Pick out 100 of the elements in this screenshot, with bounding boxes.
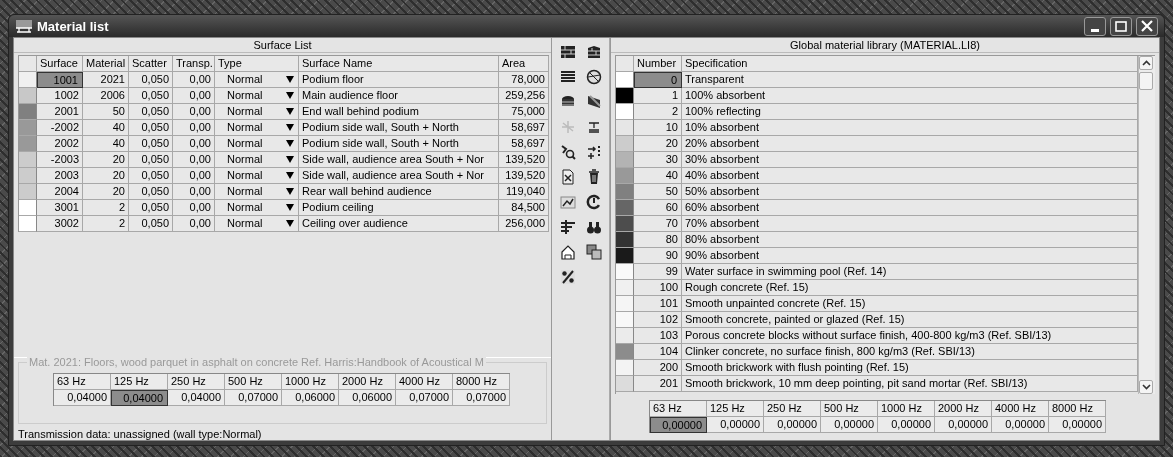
table-cell[interactable]: 90 bbox=[634, 248, 682, 264]
table-cell[interactable]: 2002 bbox=[37, 136, 83, 152]
table-cell[interactable]: 0,04000 bbox=[111, 390, 168, 406]
table-cell: 100% absorbent bbox=[682, 88, 1138, 104]
table-cell[interactable]: 2004 bbox=[37, 184, 83, 200]
column-header[interactable]: Surface bbox=[37, 56, 83, 72]
column-header[interactable]: Material bbox=[83, 56, 129, 72]
type-dropdown[interactable]: Normal bbox=[215, 136, 299, 152]
brick-wall-icon[interactable] bbox=[560, 44, 576, 60]
table-cell[interactable]: 0,00000 bbox=[764, 417, 821, 433]
table-cell[interactable]: 0,00000 bbox=[878, 417, 935, 433]
table-cell[interactable]: 10 bbox=[634, 120, 682, 136]
table-cell[interactable]: 102 bbox=[634, 312, 682, 328]
table-cell: Smooth concrete, painted or glazed (Ref. 15) bbox=[682, 312, 1138, 328]
table-cell[interactable]: 1001 bbox=[37, 72, 83, 88]
table-cell[interactable]: 0,06000 bbox=[339, 390, 396, 406]
type-dropdown[interactable]: Normal bbox=[215, 200, 299, 216]
minimize-button[interactable] bbox=[1084, 16, 1106, 36]
column-header[interactable]: Number bbox=[634, 56, 682, 72]
table-cell: Main audience floor bbox=[299, 88, 499, 104]
table-cell[interactable]: 0,00000 bbox=[821, 417, 878, 433]
type-dropdown[interactable]: Normal bbox=[215, 216, 299, 232]
column-header[interactable]: Surface Name bbox=[299, 56, 499, 72]
type-dropdown[interactable]: Normal bbox=[215, 72, 299, 88]
table-cell[interactable]: 1002 bbox=[37, 88, 83, 104]
type-dropdown[interactable]: Normal bbox=[215, 88, 299, 104]
brick-wall-icon[interactable] bbox=[586, 44, 602, 60]
type-dropdown[interactable]: Normal bbox=[215, 152, 299, 168]
table-cell: 40 bbox=[83, 136, 129, 152]
house-icon[interactable] bbox=[560, 244, 576, 260]
table-cell[interactable]: 0,07000 bbox=[225, 390, 282, 406]
type-dropdown[interactable]: Normal bbox=[215, 104, 299, 120]
type-dropdown[interactable]: Normal bbox=[215, 120, 299, 136]
close-button[interactable] bbox=[1136, 16, 1158, 36]
table-cell[interactable]: 70 bbox=[634, 216, 682, 232]
table-cell[interactable]: 0,06000 bbox=[282, 390, 339, 406]
table-cell[interactable]: 0,07000 bbox=[453, 390, 510, 406]
table-cell[interactable]: 2003 bbox=[37, 168, 83, 184]
table-cell[interactable]: 0,00000 bbox=[707, 417, 764, 433]
scroll-thumb[interactable] bbox=[1139, 72, 1153, 90]
table-cell: 0,00 bbox=[173, 184, 215, 200]
table-cell: 0,00 bbox=[173, 152, 215, 168]
table-cell[interactable]: 0,00000 bbox=[650, 417, 707, 433]
table-cell[interactable]: 104 bbox=[634, 344, 682, 360]
type-dropdown[interactable]: Normal bbox=[215, 184, 299, 200]
table-cell[interactable]: 0,04000 bbox=[168, 390, 225, 406]
arrows-icon[interactable] bbox=[586, 144, 602, 160]
percent-icon[interactable] bbox=[560, 269, 576, 285]
table-cell[interactable]: 0,00000 bbox=[992, 417, 1049, 433]
column-header[interactable]: Transp. bbox=[173, 56, 215, 72]
table-cell[interactable]: -2003 bbox=[37, 152, 83, 168]
table-cell: 139,520 bbox=[499, 168, 549, 184]
table-cell[interactable]: 100 bbox=[634, 280, 682, 296]
table-cell[interactable]: 0 bbox=[634, 72, 682, 88]
table-cell[interactable]: 99 bbox=[634, 264, 682, 280]
trash-icon[interactable] bbox=[586, 169, 602, 185]
table-cell[interactable]: 0,07000 bbox=[396, 390, 453, 406]
table-cell: Porous concrete blocks without surface finish, 400-800 kg/m3 (Ref. SBI/13) bbox=[682, 328, 1138, 344]
table-cell[interactable]: 3001 bbox=[37, 200, 83, 216]
table-cell[interactable]: 30 bbox=[634, 152, 682, 168]
table-cell[interactable]: 1 bbox=[634, 88, 682, 104]
table-cell[interactable]: 60 bbox=[634, 200, 682, 216]
column-header[interactable]: Specification bbox=[682, 56, 1138, 72]
column-header[interactable]: Area bbox=[499, 56, 549, 72]
table-cell[interactable]: -2002 bbox=[37, 120, 83, 136]
table-cell[interactable]: 200 bbox=[634, 360, 682, 376]
close-icon bbox=[1141, 20, 1153, 32]
table-cell: 0,00 bbox=[173, 168, 215, 184]
table-cell[interactable]: 2001 bbox=[37, 104, 83, 120]
table-cell[interactable]: 50 bbox=[634, 184, 682, 200]
maximize-button[interactable] bbox=[1110, 16, 1132, 36]
table-cell: 2006 bbox=[83, 88, 129, 104]
windows-icon[interactable] bbox=[586, 244, 602, 260]
table-cell[interactable]: 101 bbox=[634, 296, 682, 312]
table-cell[interactable]: 103 bbox=[634, 328, 682, 344]
type-dropdown[interactable]: Normal bbox=[215, 168, 299, 184]
table-cell[interactable]: 201 bbox=[634, 376, 682, 392]
table-cell[interactable]: 40 bbox=[634, 168, 682, 184]
table-cell[interactable]: 2 bbox=[634, 104, 682, 120]
table-cell[interactable]: 0,00000 bbox=[935, 417, 992, 433]
table-cell[interactable]: 3002 bbox=[37, 216, 83, 232]
text-lines-icon[interactable] bbox=[586, 119, 602, 135]
column-header: 500 Hz bbox=[821, 401, 878, 417]
table-cell[interactable]: 80 bbox=[634, 232, 682, 248]
magnifier-icon[interactable] bbox=[560, 144, 576, 160]
binoculars-icon[interactable] bbox=[586, 219, 602, 235]
scroll-up-button[interactable] bbox=[1139, 56, 1153, 70]
table-cell: 0,050 bbox=[129, 168, 173, 184]
table-cell[interactable]: 0,00000 bbox=[1049, 417, 1106, 433]
table-cell[interactable]: 20 bbox=[634, 136, 682, 152]
slope-icon[interactable] bbox=[586, 94, 602, 110]
scroll-down-button[interactable] bbox=[1139, 380, 1153, 394]
table-cell: 0,050 bbox=[129, 72, 173, 88]
layers-icon[interactable] bbox=[560, 69, 576, 85]
column-header: 63 Hz bbox=[54, 374, 111, 390]
column-header[interactable]: Scatter bbox=[129, 56, 173, 72]
table-cell: Rough concrete (Ref. 15) bbox=[682, 280, 1138, 296]
table-cell: 20% absorbent bbox=[682, 136, 1138, 152]
column-header[interactable]: Type bbox=[215, 56, 299, 72]
document-icon[interactable] bbox=[560, 169, 576, 185]
